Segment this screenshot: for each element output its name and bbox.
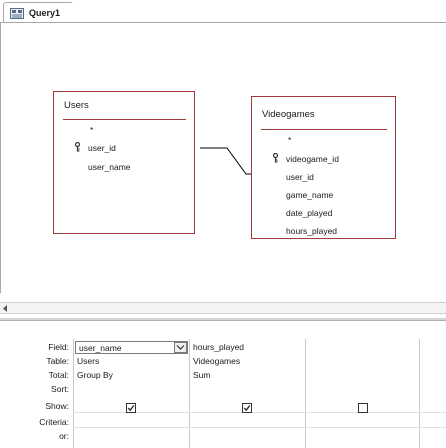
total-cell-col1[interactable]: Group By <box>77 370 113 380</box>
table-title: Videogames <box>262 109 315 120</box>
table-title: Users <box>64 100 89 111</box>
row-label-table: Table: <box>46 356 69 366</box>
show-checkbox-col1[interactable] <box>126 403 136 413</box>
query-design-grid: Field: Table: Total: Sort: Show: Criteri… <box>0 324 446 448</box>
query-design-icon <box>10 8 24 19</box>
grid-column-divider <box>419 339 420 448</box>
field-input-col1[interactable]: user_name <box>75 341 188 354</box>
grid-column-divider <box>305 339 306 448</box>
show-checkbox-col2[interactable] <box>242 403 252 413</box>
tab-label: Query1 <box>29 8 61 18</box>
field-videogame-id[interactable]: videogame_id <box>286 154 339 164</box>
row-label-criteria: Criteria: <box>39 417 69 427</box>
field-hours-played[interactable]: hours_played <box>286 226 337 236</box>
field-user-id[interactable]: user_id <box>286 172 314 182</box>
query-design-canvas[interactable]: Users * user_id user_name Videogames * v… <box>0 23 446 293</box>
chevron-down-icon <box>176 345 185 350</box>
table-videogames[interactable]: Videogames * videogame_id user_id game_n… <box>251 96 396 239</box>
primary-key-icon <box>272 153 279 163</box>
table-title-divider <box>261 129 387 130</box>
table-cell-col1[interactable]: Users <box>77 356 99 366</box>
scroll-left-icon[interactable] <box>1 304 11 313</box>
checkmark-icon <box>243 405 251 412</box>
field-user-id[interactable]: user_id <box>88 143 116 153</box>
field-input-text: user_name <box>79 343 122 353</box>
grid-row-divider <box>73 427 446 428</box>
tab-query1[interactable]: Query1 <box>3 2 81 23</box>
show-checkbox-col3[interactable] <box>358 403 368 413</box>
row-label-or: or: <box>59 431 69 441</box>
row-label-show: Show: <box>45 401 69 411</box>
field-cell-col2[interactable]: hours_played <box>193 342 244 352</box>
total-cell-col2[interactable]: Sum <box>193 370 210 380</box>
row-label-sort: Sort: <box>51 384 69 394</box>
field-dropdown-button[interactable] <box>174 342 187 353</box>
grid-column-divider <box>189 339 190 448</box>
table-title-divider <box>63 119 186 120</box>
field-asterisk[interactable]: * <box>288 135 291 145</box>
pane-splitter[interactable] <box>0 318 446 321</box>
primary-key-icon <box>74 142 81 152</box>
scrollbar-track[interactable] <box>13 305 433 312</box>
table-cell-col2[interactable]: Videogames <box>193 356 240 366</box>
grid-column-divider <box>73 339 74 448</box>
checkmark-icon <box>127 405 135 412</box>
field-user-name[interactable]: user_name <box>88 162 131 172</box>
horizontal-scrollbar[interactable] <box>0 302 446 314</box>
table-users[interactable]: Users * user_id user_name <box>53 91 195 234</box>
row-label-total: Total: <box>48 370 69 380</box>
document-tab-strip: Query1 <box>0 0 446 23</box>
field-asterisk[interactable]: * <box>90 125 93 135</box>
field-date-played[interactable]: date_played <box>286 208 332 218</box>
field-game-name[interactable]: game_name <box>286 190 333 200</box>
row-label-field: Field: <box>48 342 69 352</box>
